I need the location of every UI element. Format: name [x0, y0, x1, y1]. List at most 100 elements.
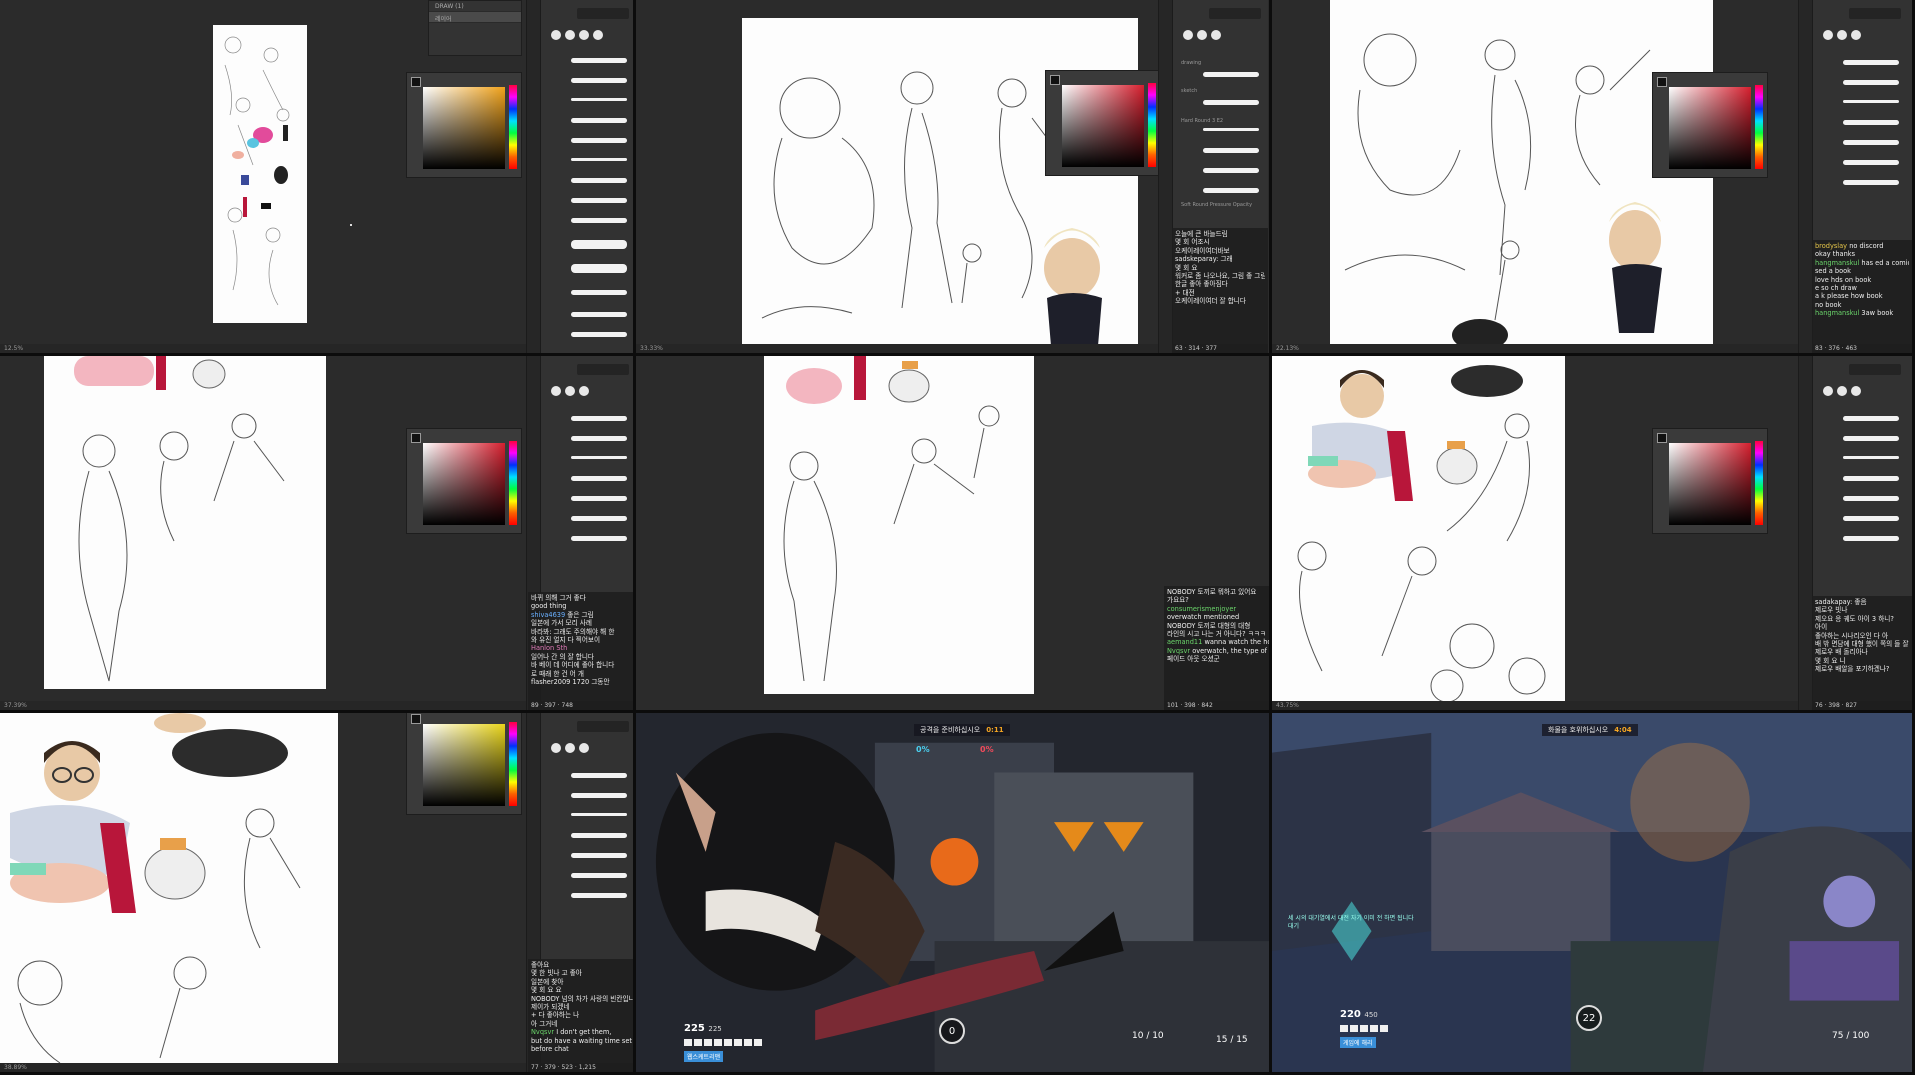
brush-stroke[interactable] — [571, 873, 627, 878]
chat-message: 바 베이 데 어디에 좋아 합니다 — [531, 661, 615, 670]
ammo-counter-secondary: 15 / 15 — [1216, 1035, 1248, 1045]
brush-search[interactable] — [1849, 364, 1901, 375]
brush-stroke[interactable] — [571, 218, 627, 223]
brush-search[interactable] — [1849, 8, 1901, 19]
color-swatch[interactable] — [1657, 77, 1667, 87]
brush-icons — [551, 30, 603, 40]
hue-slider[interactable] — [1755, 85, 1763, 169]
color-square[interactable] — [1669, 443, 1751, 525]
brush-stroke[interactable] — [571, 78, 627, 83]
brush-stroke[interactable] — [571, 312, 627, 317]
brush-stroke[interactable] — [571, 496, 627, 501]
brush-stroke[interactable] — [571, 773, 627, 778]
color-square[interactable] — [423, 443, 505, 525]
hue-slider[interactable] — [1148, 83, 1156, 167]
brush-stroke[interactable] — [571, 58, 627, 63]
brush-stroke[interactable] — [1203, 72, 1259, 77]
color-picker-panel — [406, 713, 522, 815]
layer-row[interactable]: 레이어 — [429, 12, 521, 23]
brush-stroke[interactable] — [1843, 536, 1899, 541]
color-swatch[interactable] — [1050, 75, 1060, 85]
brush-stroke[interactable] — [1843, 476, 1899, 481]
brush-stroke[interactable] — [571, 98, 627, 101]
chat-message: 몇 회 요 니 — [1815, 656, 1846, 665]
game-view[interactable]: 공격을 준비하십시오 0:11 0% 0% 225 225 웹스케트리맨 0 10… — [636, 713, 1269, 1072]
color-square[interactable] — [423, 724, 505, 806]
brush-search[interactable] — [577, 8, 629, 19]
brush-stroke[interactable] — [571, 198, 627, 203]
brush-stroke[interactable] — [571, 456, 627, 459]
brush-stroke[interactable] — [571, 893, 627, 898]
hue-slider[interactable] — [509, 85, 517, 169]
hue-slider[interactable] — [509, 722, 517, 806]
chat-message: 좋아하는 시나리오인 다 아 — [1815, 631, 1889, 640]
drawing-canvas[interactable] — [764, 356, 1034, 694]
brush-stroke[interactable] — [1203, 168, 1259, 173]
brush-stroke[interactable] — [571, 332, 627, 337]
brush-stroke[interactable] — [1843, 80, 1899, 85]
tool-strip[interactable] — [1798, 356, 1812, 710]
brush-stroke[interactable] — [1203, 148, 1259, 153]
brush-stroke[interactable] — [1843, 180, 1899, 185]
chat-message: 좋아요 — [531, 961, 550, 969]
brush-stroke[interactable] — [571, 536, 627, 541]
brush-stroke[interactable] — [571, 416, 627, 421]
chat-message: aemand11 wanna watch the horrible game — [1167, 638, 1269, 647]
color-swatch[interactable] — [411, 77, 421, 87]
brush-stroke[interactable] — [571, 476, 627, 481]
tool-strip[interactable] — [1158, 0, 1172, 353]
brush-stroke[interactable] — [571, 158, 627, 161]
color-square[interactable] — [1669, 87, 1751, 169]
brush-stroke[interactable] — [1843, 416, 1899, 421]
chat-stats-bar: 77 · 379 · 523 · 1,215 — [528, 1063, 633, 1072]
brush-stroke[interactable] — [1203, 100, 1259, 105]
brush-stroke[interactable] — [571, 178, 627, 183]
brush-stroke[interactable] — [571, 138, 627, 143]
game-view[interactable]: 화물을 호위하십시오 4:04 세 시의 대기열에서 대전 자기 이미 전 하면 … — [1272, 713, 1912, 1072]
brush-stroke[interactable] — [1843, 120, 1899, 125]
brush-stroke[interactable] — [1843, 160, 1899, 165]
brush-stroke[interactable] — [1843, 436, 1899, 441]
drawing-canvas[interactable] — [1272, 356, 1565, 708]
brush-stroke[interactable] — [1203, 188, 1259, 193]
tool-strip[interactable] — [1798, 0, 1812, 353]
brush-search[interactable] — [577, 721, 629, 732]
brush-stroke[interactable] — [571, 240, 627, 249]
color-swatch[interactable] — [411, 433, 421, 443]
brush-stroke[interactable] — [1843, 496, 1899, 501]
panel-3-drawing-app: brodyslay no discord okay thanks hangman… — [1272, 0, 1915, 356]
brush-stroke[interactable] — [571, 793, 627, 798]
color-swatch[interactable] — [411, 714, 421, 724]
brush-stroke[interactable] — [571, 853, 627, 858]
drawing-canvas[interactable] — [213, 25, 307, 323]
brush-stroke[interactable] — [1843, 100, 1899, 103]
brush-stroke[interactable] — [1203, 128, 1259, 131]
color-square[interactable] — [1062, 85, 1144, 167]
brush-stroke[interactable] — [571, 436, 627, 441]
brush-search[interactable] — [1209, 8, 1261, 19]
brush-stroke[interactable] — [1843, 456, 1899, 459]
hue-slider[interactable] — [509, 441, 517, 525]
drawing-canvas[interactable] — [742, 18, 1138, 353]
tool-strip[interactable] — [526, 0, 540, 353]
brush-stroke[interactable] — [571, 264, 627, 273]
drawing-canvas[interactable] — [44, 356, 326, 689]
chat-message: Nvqsvr overwatch, the type of game with … — [1167, 646, 1269, 655]
brush-stroke[interactable] — [571, 813, 627, 816]
drawing-canvas[interactable] — [0, 713, 338, 1064]
brush-stroke[interactable] — [1843, 140, 1899, 145]
brush-icons — [1183, 30, 1221, 40]
brush-stroke[interactable] — [1843, 60, 1899, 65]
color-square[interactable] — [423, 87, 505, 169]
brush-stroke[interactable] — [571, 118, 627, 123]
brush-stroke[interactable] — [571, 290, 627, 295]
brush-stroke[interactable] — [571, 516, 627, 521]
layer-row[interactable]: DRAW (1) — [429, 1, 521, 12]
brush-search[interactable] — [577, 364, 629, 375]
chat-message: 아 그거네 — [531, 1019, 558, 1028]
color-swatch[interactable] — [1657, 433, 1667, 443]
brush-stroke[interactable] — [571, 833, 627, 838]
brush-stroke[interactable] — [1843, 516, 1899, 521]
chat-message: 가요요? — [1167, 596, 1189, 605]
hue-slider[interactable] — [1755, 441, 1763, 525]
